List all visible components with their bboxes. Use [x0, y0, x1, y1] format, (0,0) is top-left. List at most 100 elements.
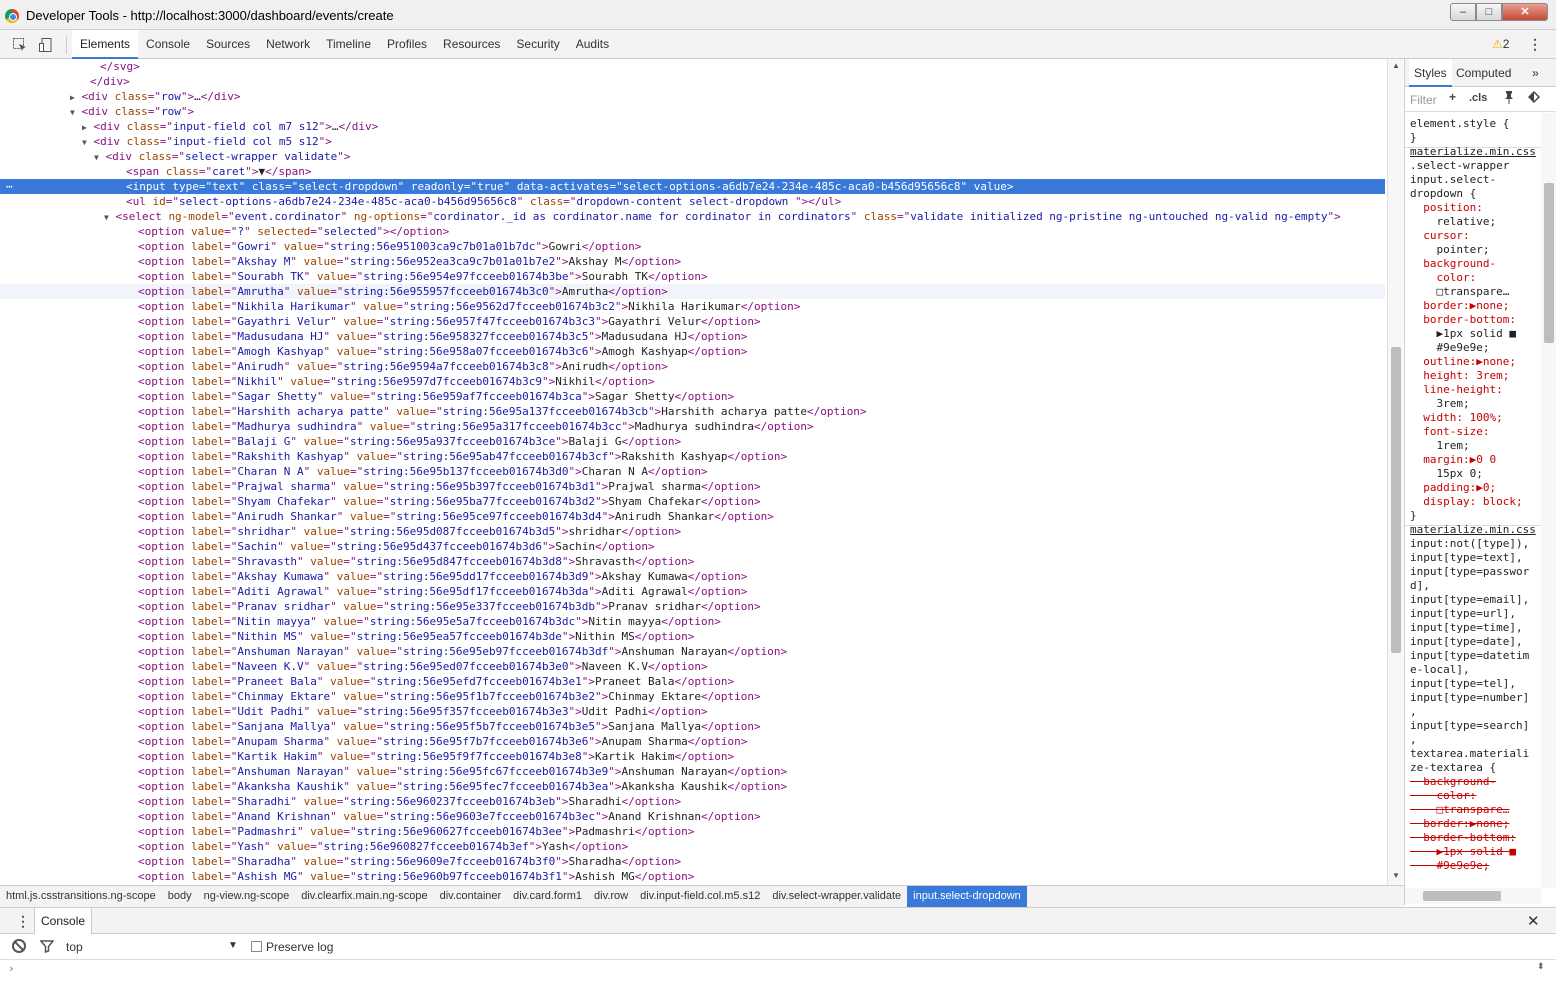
- styles-scroll-thumb[interactable]: [1544, 183, 1554, 343]
- dom-node-line[interactable]: <option label="Nikhil" value="string:56e…: [0, 374, 1385, 389]
- dom-node-line[interactable]: <option label="Sanjana Mallya" value="st…: [0, 719, 1385, 734]
- dom-node-line[interactable]: <option label="Balaji G" value="string:5…: [0, 434, 1385, 449]
- style-line[interactable]: cursor:: [1410, 229, 1469, 243]
- more-actions-icon[interactable]: ⋯: [6, 179, 13, 194]
- context-selector[interactable]: top: [66, 940, 83, 954]
- style-line[interactable]: border:▶none;: [1410, 299, 1509, 313]
- dom-node-line[interactable]: <option label="Madhurya sudhindra" value…: [0, 419, 1385, 434]
- dom-node-line[interactable]: <option label="Aditi Agrawal" value="str…: [0, 584, 1385, 599]
- dom-node-line[interactable]: <option label="Rakshith Kashyap" value="…: [0, 449, 1385, 464]
- dom-node-line[interactable]: <option label="Kartik Hakim" value="stri…: [0, 749, 1385, 764]
- resize-handle-icon[interactable]: ⬍: [1537, 961, 1545, 972]
- new-rule-icon[interactable]: +: [1449, 90, 1456, 104]
- breadcrumb-item[interactable]: div.input-field.col.m5.s12: [634, 886, 766, 907]
- dom-node-line[interactable]: </div>: [0, 74, 1385, 89]
- dom-node-line[interactable]: ▶ <div class="input-field col m7 s12">…<…: [0, 119, 1385, 134]
- dom-node-line[interactable]: <option label="Akanksha Kaushik" value="…: [0, 779, 1385, 794]
- scroll-up-icon[interactable]: ▲: [1392, 61, 1400, 70]
- tab-console-drawer[interactable]: Console: [34, 908, 93, 934]
- dom-node-line[interactable]: <option label="Anupam Sharma" value="str…: [0, 734, 1385, 749]
- style-line[interactable]: position:: [1410, 201, 1483, 215]
- dom-node-line[interactable]: <option label="Sagar Shetty" value="stri…: [0, 389, 1385, 404]
- dom-node-line[interactable]: <option label="Shravasth" value="string:…: [0, 554, 1385, 569]
- dom-node-line[interactable]: <option label="Sourabh TK" value="string…: [0, 269, 1385, 284]
- collapse-arrow-icon[interactable]: ▼: [70, 108, 75, 117]
- style-line[interactable]: margin:▶0 0: [1410, 453, 1496, 467]
- dom-node-line[interactable]: <option label="Nikhila Harikumar" value=…: [0, 299, 1385, 314]
- expand-arrow-icon[interactable]: ▶: [82, 123, 87, 132]
- dom-node-line[interactable]: <option label="Anshuman Narayan" value="…: [0, 764, 1385, 779]
- dom-node-line[interactable]: <option label="Gayathri Velur" value="st…: [0, 314, 1385, 329]
- styles-filter-input[interactable]: Filter: [1410, 93, 1437, 107]
- dom-node-line[interactable]: <option label="Ashish MG" value="string:…: [0, 869, 1385, 884]
- dom-node-line[interactable]: ▼ <select ng-model="event.cordinator" ng…: [0, 209, 1385, 224]
- dom-node-line[interactable]: <option label="Amrutha" value="string:56…: [0, 284, 1385, 299]
- dom-node-line[interactable]: ▼ <div class="row">: [0, 104, 1385, 119]
- dom-node-line[interactable]: ▶ <div class="row">…</div>: [0, 89, 1385, 104]
- dom-node-line[interactable]: ▼ <div class="select-wrapper validate">: [0, 149, 1385, 164]
- chevron-down-icon[interactable]: ▼: [228, 940, 238, 951]
- breadcrumb-item[interactable]: div.container: [434, 886, 508, 907]
- dom-node-line[interactable]: <span class="caret">▼</span>: [0, 164, 1385, 179]
- dom-node-line[interactable]: <option label="Sachin" value="string:56e…: [0, 539, 1385, 554]
- tab-audits[interactable]: Audits: [568, 30, 617, 59]
- dom-node-line[interactable]: <option label="Anshuman Narayan" value="…: [0, 644, 1385, 659]
- close-drawer-icon[interactable]: ✕: [1527, 912, 1540, 930]
- breadcrumb-item[interactable]: div.select-wrapper.validate: [766, 886, 907, 907]
- dom-node-line[interactable]: <option label="Sharadhi" value="string:5…: [0, 794, 1385, 809]
- style-line[interactable]: border-bottom:: [1410, 313, 1516, 327]
- cls-toggle-button[interactable]: .cls: [1469, 92, 1487, 104]
- tab-timeline[interactable]: Timeline: [318, 30, 379, 59]
- tab-computed[interactable]: Computed: [1451, 59, 1516, 87]
- dom-node-line[interactable]: <option label="Padmashri" value="string:…: [0, 824, 1385, 839]
- stylesheet-link[interactable]: materialize.min.css: [1410, 145, 1536, 159]
- style-line[interactable]: outline:▶none;: [1410, 355, 1516, 369]
- stylesheet-link[interactable]: materialize.min.css: [1410, 523, 1536, 537]
- tab-resources[interactable]: Resources: [435, 30, 508, 59]
- dom-node-line[interactable]: <option label="Akshay M" value="string:5…: [0, 254, 1385, 269]
- tab-elements[interactable]: Elements: [72, 30, 139, 59]
- dom-node-line[interactable]: <option label="Chinmay Ektare" value="st…: [0, 689, 1385, 704]
- dom-node-line[interactable]: <option label="Gowri" value="string:56e9…: [0, 239, 1385, 254]
- dom-node-line[interactable]: <option label="Yash" value="string:56e96…: [0, 839, 1385, 854]
- style-line[interactable]: background-: [1410, 257, 1496, 271]
- dom-node-line[interactable]: <option label="Harshith acharya patte" v…: [0, 404, 1385, 419]
- dom-node-line[interactable]: <option label="Nitin mayya" value="strin…: [0, 614, 1385, 629]
- dom-node-line[interactable]: ▼ <div class="input-field col m5 s12">: [0, 134, 1385, 149]
- style-line[interactable]: color:: [1410, 271, 1476, 285]
- color-format-icon[interactable]: [1527, 90, 1541, 107]
- tab-profiles[interactable]: Profiles: [379, 30, 435, 59]
- elements-tree[interactable]: </svg> </div> ▶ <div class="row">…</div> ▼ …: [0, 59, 1387, 885]
- console-input[interactable]: › ⬍: [0, 960, 1556, 983]
- kebab-menu-icon[interactable]: ⋮: [1528, 36, 1542, 53]
- tab-console[interactable]: Console: [138, 30, 198, 59]
- breadcrumb-item[interactable]: body: [162, 886, 198, 907]
- tab-styles[interactable]: Styles: [1409, 59, 1452, 87]
- breadcrumb-item[interactable]: div.row: [588, 886, 634, 907]
- dom-node-line[interactable]: <option label="Akshay Kumawa" value="str…: [0, 569, 1385, 584]
- dom-node-line[interactable]: <option label="Praneet Bala" value="stri…: [0, 674, 1385, 689]
- collapse-arrow-icon[interactable]: ▼: [104, 213, 109, 222]
- style-line[interactable]: line-height:: [1410, 383, 1502, 397]
- breadcrumb-item[interactable]: div.clearfix.main.ng-scope: [295, 886, 433, 907]
- dom-node-line[interactable]: <option label="Naveen K.V" value="string…: [0, 659, 1385, 674]
- style-line[interactable]: display: block;: [1410, 495, 1522, 509]
- scroll-down-icon[interactable]: ▼: [1392, 871, 1400, 880]
- breadcrumb-item[interactable]: input.select-dropdown: [907, 886, 1027, 907]
- filter-icon[interactable]: [39, 939, 55, 956]
- dom-node-line[interactable]: <option label="Nithin MS" value="string:…: [0, 629, 1385, 644]
- styles-hscroll-thumb[interactable]: [1423, 891, 1501, 901]
- dom-node-line[interactable]: <option label="Sharadha" value="string:5…: [0, 854, 1385, 869]
- dom-node-line[interactable]: <option label="Udit Padhi" value="string…: [0, 704, 1385, 719]
- style-line[interactable]: width: 100%;: [1410, 411, 1502, 425]
- dom-node-line[interactable]: <option label="Anirudh Shankar" value="s…: [0, 509, 1385, 524]
- tab-sources[interactable]: Sources: [198, 30, 258, 59]
- minimize-button[interactable]: –: [1450, 3, 1476, 21]
- elements-scrollbar[interactable]: ▲ ▼: [1387, 59, 1403, 885]
- dom-node-line[interactable]: <option label="Shyam Chafekar" value="st…: [0, 494, 1385, 509]
- drawer-menu-icon[interactable]: ⋮: [16, 913, 30, 930]
- tab-network[interactable]: Network: [258, 30, 318, 59]
- inspect-icon[interactable]: [12, 37, 28, 53]
- dom-node-line[interactable]: <option label="Madusudana HJ" value="str…: [0, 329, 1385, 344]
- dom-node-line[interactable]: <option label="Pranav sridhar" value="st…: [0, 599, 1385, 614]
